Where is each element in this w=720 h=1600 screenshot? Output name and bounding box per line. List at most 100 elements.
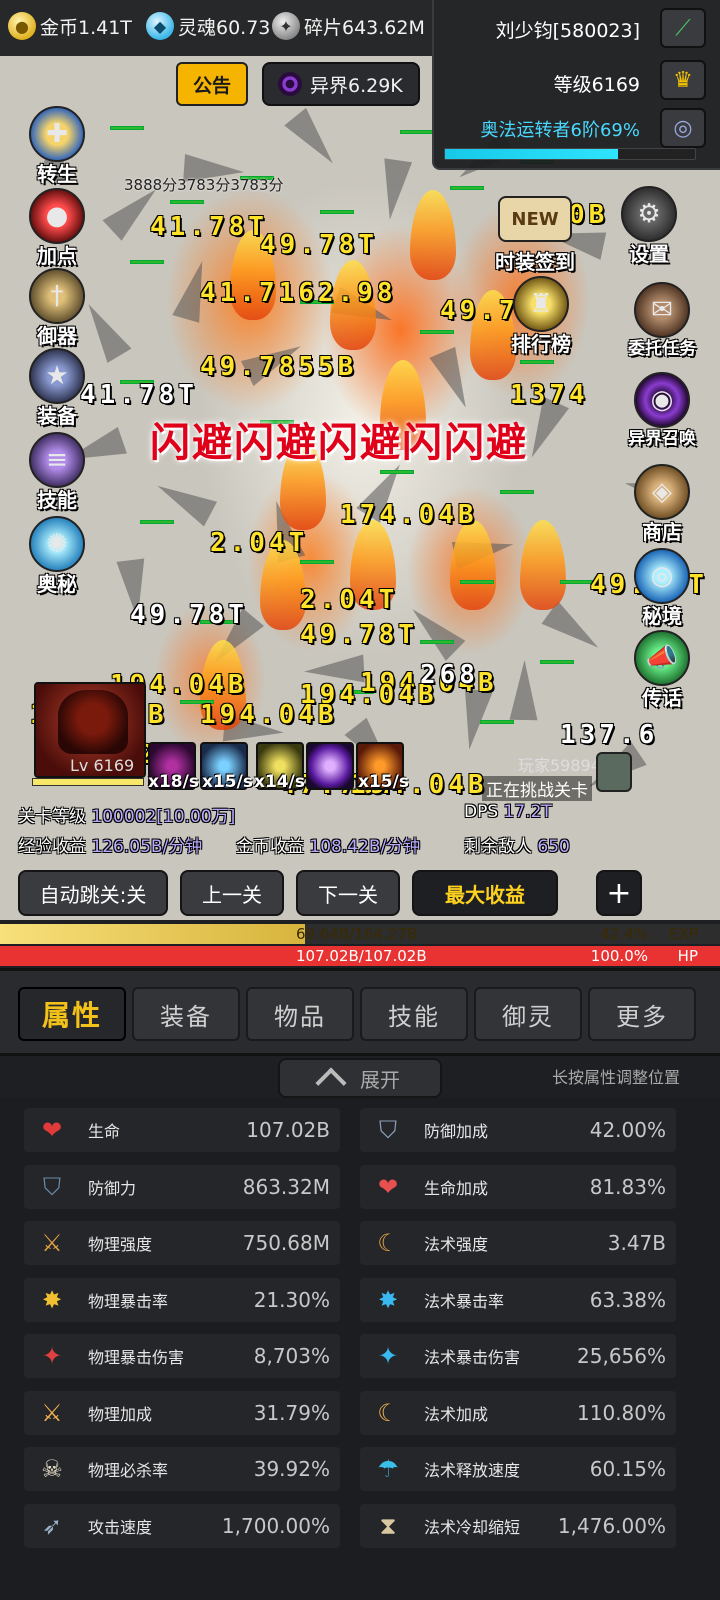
attribute-row[interactable]: ☾ 法术强度 3.47B bbox=[360, 1221, 676, 1265]
attribute-value: 31.79% bbox=[253, 1400, 330, 1425]
attribute-row[interactable]: ❤ 生命 107.02B bbox=[24, 1108, 340, 1152]
other-world-amount: 异界6.29K bbox=[310, 74, 403, 97]
crown-button[interactable]: ♛ bbox=[660, 60, 706, 100]
exp-bar: 69.64B/164.27B 42.4% EXP bbox=[0, 924, 720, 944]
menu-commission[interactable]: ✉ 委托任务 bbox=[612, 282, 712, 359]
skill-slot-4-icon[interactable] bbox=[306, 742, 354, 790]
equipment-star-icon: ★ bbox=[29, 348, 85, 404]
plus-button[interactable]: + bbox=[596, 870, 642, 916]
menu-ranking[interactable]: ♜ 排行榜 bbox=[496, 276, 586, 357]
attribute-row[interactable]: ☠ 物理必杀率 39.92% bbox=[24, 1447, 340, 1491]
menu-rebirth[interactable]: ✚ 转生 bbox=[12, 106, 102, 187]
rebirth-cross-icon: ✚ bbox=[29, 106, 85, 162]
attribute-name: 法术加成 bbox=[424, 1404, 489, 1424]
menu-summon-label: 异界召唤 bbox=[628, 429, 696, 449]
next-stage-button[interactable]: 下一关 bbox=[296, 870, 400, 916]
attribute-row[interactable]: ✦ 物理暴击伤害 8,703% bbox=[24, 1334, 340, 1378]
menu-artifact[interactable]: † 御器 bbox=[12, 268, 102, 349]
menu-equipment-label: 装备 bbox=[37, 404, 77, 428]
score-text: 3888分3783分3783分 bbox=[124, 176, 284, 194]
tab-skills[interactable]: 技能 bbox=[360, 987, 468, 1041]
speed-icon: ➶ bbox=[41, 1511, 63, 1540]
attribute-name: 法术释放速度 bbox=[424, 1461, 521, 1480]
damage-number: 2.04T bbox=[210, 528, 309, 558]
summon-vortex-icon: ◉ bbox=[634, 372, 690, 428]
attribute-value: 110.80% bbox=[577, 1400, 666, 1425]
attribute-grid: ❤ 生命 107.02B ⛉ 防御力 863.32M ⚔ 物理强度 750.68M ✸ 物理暴击率 2… bbox=[0, 1098, 720, 1600]
menu-secret-realm[interactable]: ◎ 秘境 bbox=[612, 548, 712, 629]
menu-rumor[interactable]: 📣 传话 bbox=[612, 630, 712, 711]
challenger-avatar-icon[interactable] bbox=[596, 752, 632, 792]
commission-book-icon: ✉ bbox=[634, 282, 690, 338]
menu-fashion-signin[interactable]: NEW 时装签到 bbox=[490, 196, 580, 275]
avatar-button[interactable]: ⟋ bbox=[660, 8, 706, 48]
tab-spirits[interactable]: 御灵 bbox=[474, 987, 582, 1041]
enemy-hp-bar bbox=[300, 560, 334, 564]
skill-rate-4: x15/s bbox=[358, 772, 409, 792]
gold-income: 金币收益 108.42B/分钟 bbox=[236, 832, 420, 857]
attribute-row[interactable]: ☂ 法术释放速度 60.15% bbox=[360, 1447, 676, 1491]
attribute-value: 1,700.00% bbox=[221, 1513, 330, 1538]
menu-shop[interactable]: ◈ 商店 bbox=[612, 464, 712, 545]
enemy-hp-bar bbox=[500, 490, 534, 494]
enemy-hp-bar bbox=[560, 580, 594, 584]
tab-attributes[interactable]: 属性 bbox=[18, 987, 126, 1041]
damage-number: 41.78T bbox=[150, 212, 268, 242]
menu-add-points[interactable]: ● 加点 bbox=[12, 188, 102, 269]
tab-equipment[interactable]: 装备 bbox=[132, 987, 240, 1041]
hero-xp-bar bbox=[32, 778, 144, 786]
hp-bar-text: 107.02B/107.02B bbox=[296, 947, 427, 965]
menu-settings[interactable]: ⚙ 设置 bbox=[604, 186, 694, 267]
claw-icon: ⟋ bbox=[675, 15, 691, 41]
attribute-name: 生命加成 bbox=[424, 1178, 489, 1198]
attribute-row[interactable]: ⛉ 防御加成 42.00% bbox=[360, 1108, 676, 1152]
attribute-row[interactable]: ❤ 生命加成 81.83% bbox=[360, 1164, 676, 1209]
other-world-button[interactable]: 异界6.29K bbox=[262, 62, 420, 106]
title-button[interactable]: ◎ bbox=[660, 108, 706, 148]
menu-arcana[interactable]: ✺ 奥秘 bbox=[12, 516, 102, 597]
enemy-hp-bar bbox=[320, 210, 354, 214]
attribute-row[interactable]: ✸ 物理暴击率 21.30% bbox=[24, 1277, 340, 1322]
menu-secret-realm-label: 秘境 bbox=[642, 604, 682, 628]
remaining-enemies-label: 剩余敌人 bbox=[464, 837, 532, 857]
attribute-row[interactable]: ✦ 法术暴击伤害 25,656% bbox=[360, 1334, 676, 1378]
damage-number: 49.7855B bbox=[200, 352, 358, 382]
fire-burst bbox=[450, 520, 496, 610]
menu-summon[interactable]: ◉ 异界召唤 bbox=[612, 372, 712, 449]
tab-items[interactable]: 物品 bbox=[246, 987, 354, 1041]
damage-number: 49.78T bbox=[300, 620, 418, 650]
vortex-icon bbox=[278, 72, 302, 96]
enemy-hp-bar bbox=[380, 470, 414, 474]
attribute-row[interactable]: ⧗ 法术冷却缩短 1,476.00% bbox=[360, 1503, 676, 1548]
enemy-hp-bar bbox=[400, 130, 434, 134]
new-badge: NEW bbox=[498, 196, 572, 242]
menu-skills-label: 技能 bbox=[37, 488, 77, 512]
damage-number: 268 bbox=[420, 660, 479, 690]
exp-bar-text: 69.64B/164.27B bbox=[296, 925, 418, 943]
attribute-row[interactable]: ⚔ 物理强度 750.68M bbox=[24, 1221, 340, 1265]
attribute-row[interactable]: ➶ 攻击速度 1,700.00% bbox=[24, 1503, 340, 1548]
scroll-icon: ≡ bbox=[29, 432, 85, 488]
max-income-button[interactable]: 最大收益 bbox=[412, 870, 558, 916]
skill-rate-3: x14/s bbox=[254, 772, 305, 792]
notice-button[interactable]: 公告 bbox=[176, 62, 248, 106]
skull-icon: ☠ bbox=[41, 1455, 63, 1483]
menu-commission-label: 委托任务 bbox=[628, 339, 696, 359]
auto-skip-toggle[interactable]: 自动跳关:关 bbox=[18, 870, 168, 916]
tab-more[interactable]: 更多 bbox=[588, 987, 696, 1041]
gear-icon: ⚙ bbox=[621, 186, 677, 242]
menu-equipment[interactable]: ★ 装备 bbox=[12, 348, 102, 429]
expand-button[interactable]: 展开 bbox=[278, 1058, 442, 1099]
megaphone-icon: 📣 bbox=[634, 630, 690, 686]
attribute-row[interactable]: ✸ 法术暴击率 63.38% bbox=[360, 1277, 676, 1322]
gold-currency: ● 金币1.41T bbox=[8, 12, 132, 40]
prev-stage-button[interactable]: 上一关 bbox=[180, 870, 284, 916]
enemy-hp-bar bbox=[420, 330, 454, 334]
attribute-row[interactable]: ⛉ 防御力 863.32M bbox=[24, 1164, 340, 1209]
menu-skills[interactable]: ≡ 技能 bbox=[12, 432, 102, 513]
attribute-row[interactable]: ⚔ 物理加成 31.79% bbox=[24, 1390, 340, 1435]
dragon-hero-icon bbox=[58, 690, 128, 754]
hero-level: Lv 6169 bbox=[70, 756, 135, 775]
attribute-name: 防御力 bbox=[88, 1178, 137, 1198]
attribute-row[interactable]: ☾ 法术加成 110.80% bbox=[360, 1390, 676, 1435]
